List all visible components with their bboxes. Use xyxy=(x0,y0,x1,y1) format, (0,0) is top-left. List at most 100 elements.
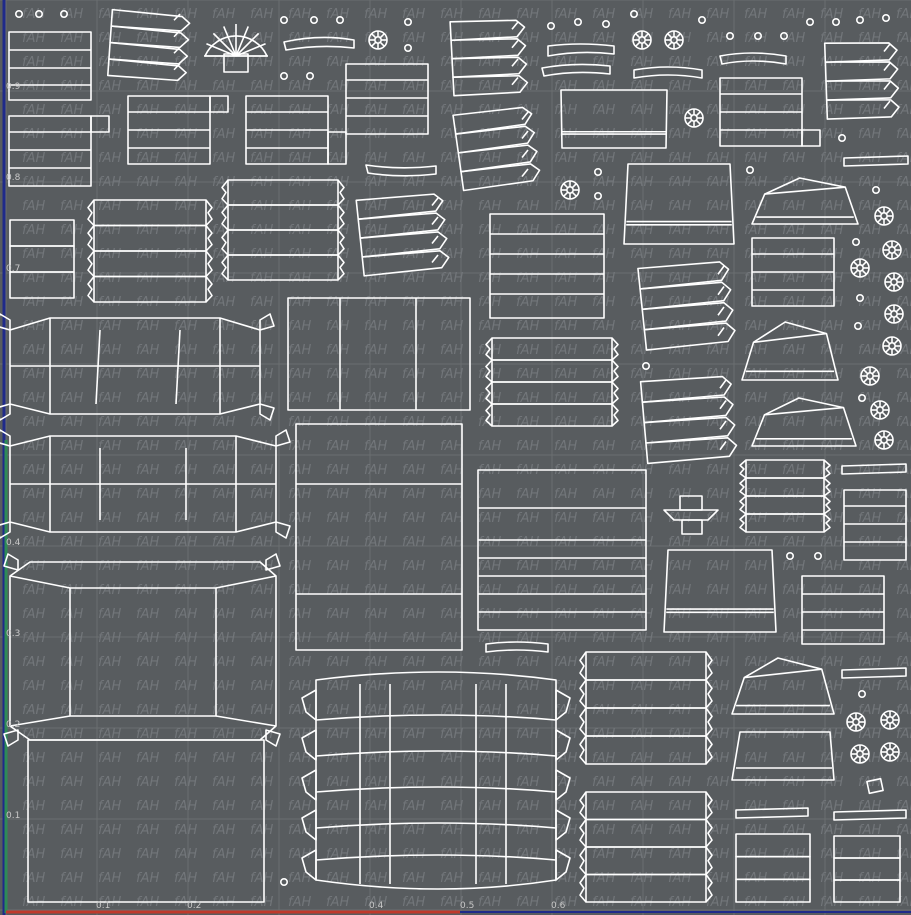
watermark-text: fAH xyxy=(402,823,425,838)
watermark-text: fAH xyxy=(212,295,235,310)
watermark-text: fAH xyxy=(364,343,387,358)
watermark-text: fAH xyxy=(288,271,311,286)
watermark-text: fAH xyxy=(782,223,805,238)
uv-dot xyxy=(279,15,288,24)
watermark-text: fAH xyxy=(60,31,83,46)
uv-flower-core xyxy=(690,114,698,122)
watermark-text: fAH xyxy=(136,535,159,550)
watermark-text: fAH xyxy=(820,559,843,574)
watermark-text: fAH xyxy=(592,199,615,214)
watermark-text: fAH xyxy=(288,799,311,814)
uv-edge xyxy=(511,21,519,30)
watermark-text: fAH xyxy=(516,511,539,526)
watermark-text: fAH xyxy=(136,823,159,838)
watermark-text: fAH xyxy=(60,271,83,286)
watermark-text: fAH xyxy=(630,247,653,262)
watermark-text: fAH xyxy=(782,343,805,358)
uv-flower xyxy=(846,712,866,732)
watermark-text: fAH xyxy=(326,319,349,334)
watermark-text: fAH xyxy=(440,583,463,598)
watermark-text: fAH xyxy=(174,199,197,214)
watermark-text: fAH xyxy=(174,175,197,190)
watermark-text: fAH xyxy=(98,679,121,694)
watermark-text: fAH xyxy=(174,415,197,430)
uv-strip xyxy=(227,179,339,206)
watermark-text: fAH xyxy=(402,367,425,382)
uv-edge xyxy=(883,100,891,109)
watermark-text: fAH xyxy=(668,847,691,862)
watermark-text: fAH xyxy=(668,127,691,142)
watermark-text: fAH xyxy=(98,343,121,358)
uv-flower-core xyxy=(880,212,888,220)
watermark-text: fAH xyxy=(440,631,463,646)
watermark-text: fAH xyxy=(250,535,273,550)
watermark-text: fAH xyxy=(364,55,387,70)
watermark-text: fAH xyxy=(820,607,843,622)
watermark-text: fAH xyxy=(136,631,159,646)
watermark-text: fAH xyxy=(288,823,311,838)
watermark-text: fAH xyxy=(896,415,911,430)
watermark-text: fAH xyxy=(896,631,911,646)
watermark-text: fAH xyxy=(22,703,45,718)
watermark-text: fAH xyxy=(744,535,767,550)
watermark-text: fAH xyxy=(630,175,653,190)
uv-dot xyxy=(573,17,582,26)
watermark-text: fAH xyxy=(402,31,425,46)
watermark-text: fAH xyxy=(364,871,387,886)
watermark-text: fAH xyxy=(326,703,349,718)
watermark-text: fAH xyxy=(98,247,121,262)
watermark-text: fAH xyxy=(706,175,729,190)
watermark-text: fAH xyxy=(858,679,881,694)
y-tick-0.7: 0.7 xyxy=(6,264,21,274)
uv-canvas[interactable]: fAH fAH fAH fAH fAH fAH fAH fAH fAH fAH fAH fAH fAH f… xyxy=(0,0,911,915)
watermark-text: fAH xyxy=(820,199,843,214)
watermark-text: fAH xyxy=(174,103,197,118)
watermark-text: fAH xyxy=(212,439,235,454)
watermark-text: fAH xyxy=(22,415,45,430)
watermark-text: fAH xyxy=(60,463,83,478)
watermark-text: fAH xyxy=(478,847,501,862)
watermark-text: fAH xyxy=(60,535,83,550)
watermark-text: fAH xyxy=(554,415,577,430)
watermark-text: fAH xyxy=(896,199,911,214)
uv-flower-spoke xyxy=(883,721,889,727)
watermark-text: fAH xyxy=(668,79,691,94)
watermark-text: fAH xyxy=(858,127,881,142)
watermark-text: fAH xyxy=(288,895,311,910)
watermark-text: fAH xyxy=(478,655,501,670)
watermark-text: fAH xyxy=(896,79,911,94)
watermark-text: fAH xyxy=(22,151,45,166)
uv-curve-strip xyxy=(365,164,437,177)
watermark-text: fAH xyxy=(60,775,83,790)
watermark-text: fAH xyxy=(630,367,653,382)
watermark-text: fAH xyxy=(402,175,425,190)
watermark-text: fAH xyxy=(288,463,311,478)
uv-flower-spoke xyxy=(891,745,897,751)
uv-viewport[interactable]: fAH fAH fAH fAH fAH fAH fAH fAH fAH fAH fAH fAH fAH f… xyxy=(0,0,911,915)
watermark-text: fAH xyxy=(402,79,425,94)
watermark-text: fAH xyxy=(98,583,121,598)
watermark-text: fAH xyxy=(554,511,577,526)
watermark-text: fAH xyxy=(858,871,881,886)
watermark-text: fAH xyxy=(212,271,235,286)
watermark-text: fAH xyxy=(440,7,463,22)
watermark-text: fAH xyxy=(554,607,577,622)
watermark-text: fAH xyxy=(250,799,273,814)
watermark-text: fAH xyxy=(288,319,311,334)
uv-flower-spoke xyxy=(853,261,859,267)
watermark-text: fAH xyxy=(288,415,311,430)
watermark-text: fAH xyxy=(364,199,387,214)
watermark-text: fAH xyxy=(630,271,653,286)
watermark-text: fAH xyxy=(22,775,45,790)
x-tick-0.1: 0.1 xyxy=(96,901,111,911)
uv-strip-block xyxy=(87,199,213,303)
watermark-text: fAH xyxy=(782,751,805,766)
uv-flower-spoke xyxy=(883,745,889,751)
watermark-text: fAH xyxy=(440,487,463,502)
watermark-text: fAH xyxy=(744,871,767,886)
y-tick-0.3: 0.3 xyxy=(6,629,21,639)
watermark-text: fAH xyxy=(98,775,121,790)
watermark-text: fAH xyxy=(288,559,311,574)
watermark-text: fAH xyxy=(668,871,691,886)
watermark-text: fAH xyxy=(326,727,349,742)
